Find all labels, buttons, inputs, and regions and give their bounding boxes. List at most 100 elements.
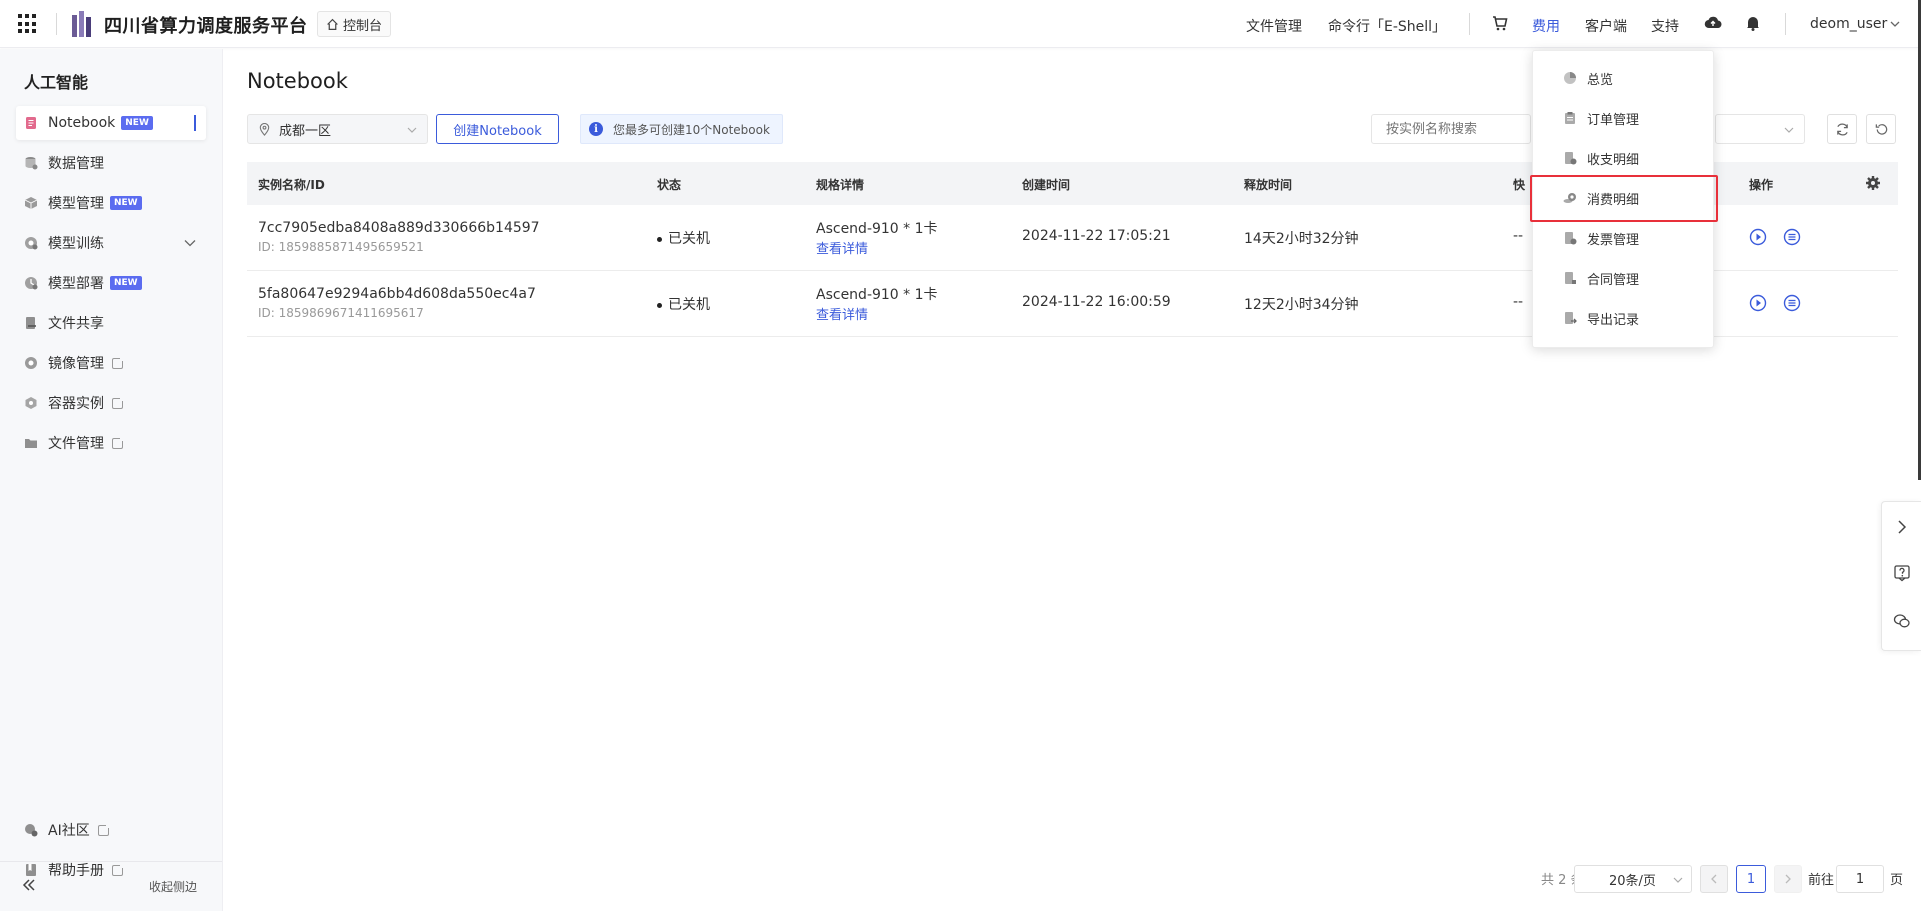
sidebar-item-notebook[interactable]: Notebook NEW [16, 106, 206, 140]
user-menu[interactable]: deom_user [1810, 16, 1887, 32]
nav-support[interactable]: 支持 [1651, 16, 1679, 36]
book-icon [24, 863, 38, 877]
new-badge: NEW [121, 116, 153, 130]
spec: Ascend-910 * 1卡 [816, 287, 938, 303]
invoice-icon [1563, 231, 1577, 245]
menu-item-contract[interactable]: 合同管理 [1533, 258, 1715, 298]
chevron-right-icon[interactable] [1893, 518, 1911, 536]
page-size-value: 20条/页 [1609, 873, 1656, 889]
more-menu-icon[interactable] [1783, 228, 1801, 246]
menu-item-label: 发票管理 [1587, 232, 1640, 248]
external-link-icon [112, 862, 125, 876]
sidebar-item-label: 帮助手册 [48, 863, 104, 879]
gear-icon[interactable] [1865, 175, 1881, 191]
tip-text: 您最多可创建10个Notebook [613, 122, 770, 137]
sidebar-item-file-management[interactable]: 文件管理 [16, 426, 206, 460]
new-badge: NEW [110, 196, 142, 210]
status-dot [657, 236, 662, 242]
divider [56, 13, 57, 35]
apps-grid-icon[interactable] [18, 14, 38, 34]
nav-file-management[interactable]: 文件管理 [1246, 16, 1302, 36]
top-bar: 四川省算力调度服务平台 控制台 文件管理 命令行「E-Shell」 费用 客户端… [0, 0, 1921, 48]
cloud-upload-icon[interactable] [1704, 14, 1722, 32]
create-notebook-button[interactable]: 创建Notebook [436, 114, 559, 144]
menu-item-orders[interactable]: 订单管理 [1533, 98, 1715, 138]
created-time: 2024-11-22 17:05:21 [1022, 228, 1171, 244]
menu-item-label: 合同管理 [1587, 272, 1640, 288]
nav-eshell[interactable]: 命令行「E-Shell」 [1328, 16, 1446, 36]
external-link-icon [112, 435, 125, 449]
collapse-sidebar-button[interactable]: 收起侧边 [149, 878, 197, 895]
page-number-button[interactable]: 1 [1736, 865, 1766, 893]
new-badge: NEW [110, 276, 142, 290]
sidebar-title: 人工智能 [24, 73, 89, 92]
column-header: 释放时间 [1244, 178, 1293, 192]
region-select[interactable]: 成都一区 [247, 114, 428, 144]
view-details-link[interactable]: 查看详情 [816, 304, 868, 323]
folder-icon [24, 436, 38, 450]
status: 已关机 [657, 228, 710, 248]
sidebar-item-model-training[interactable]: 模型训练 [16, 226, 206, 260]
cube-icon [24, 196, 38, 210]
column-header: 快 [1513, 178, 1526, 192]
sidebar-item-label: 容器实例 [48, 396, 104, 412]
image-icon [24, 356, 38, 370]
nav-client[interactable]: 客户端 [1585, 16, 1627, 36]
column-header: 状态 [657, 178, 682, 192]
goto-page-input[interactable]: 1 [1836, 865, 1884, 893]
start-icon[interactable] [1749, 228, 1767, 246]
nav-billing[interactable]: 费用 [1532, 16, 1560, 36]
divider [1469, 13, 1470, 35]
deploy-icon [24, 276, 38, 290]
sidebar-item-label: Notebook [48, 115, 116, 131]
menu-item-overview[interactable]: 总览 [1533, 58, 1715, 98]
sidebar-item-container-instance[interactable]: 容器实例 [16, 386, 206, 420]
container-icon [24, 396, 38, 410]
goto-label: 前往 [1808, 873, 1835, 888]
filter-select[interactable] [1715, 114, 1805, 144]
column-header: 实例名称/ID [258, 178, 325, 192]
page-size-select[interactable]: 20条/页 [1574, 865, 1692, 893]
release-time: 14天2小时32分钟 [1244, 231, 1359, 247]
menu-item-invoice[interactable]: 发票管理 [1533, 218, 1715, 258]
chat-icon [24, 823, 38, 837]
menu-item-label: 导出记录 [1587, 312, 1640, 328]
chevron-down-icon [1784, 127, 1794, 133]
sidebar-item-data-management[interactable]: 数据管理 [16, 146, 206, 180]
search-input[interactable] [1371, 114, 1531, 144]
next-page-button[interactable] [1774, 865, 1802, 893]
column-header: 规格详情 [816, 178, 865, 192]
start-icon[interactable] [1749, 294, 1767, 312]
sidebar-item-image-management[interactable]: 镜像管理 [16, 346, 206, 380]
double-chevron-left-icon[interactable] [22, 879, 36, 891]
wechat-icon[interactable] [1893, 612, 1911, 630]
refresh-button[interactable] [1827, 114, 1857, 144]
created-time: 2024-11-22 16:00:59 [1022, 294, 1171, 310]
menu-item-label: 总览 [1587, 72, 1614, 88]
status-text: 已关机 [668, 231, 710, 247]
menu-item-export-records[interactable]: 导出记录 [1533, 298, 1715, 338]
sidebar-item-model-deploy[interactable]: 模型部署 NEW [16, 266, 206, 300]
receipt-icon [1563, 151, 1577, 165]
reset-button[interactable] [1866, 114, 1896, 144]
prev-page-button[interactable] [1700, 865, 1728, 893]
chevron-down-icon[interactable] [184, 239, 196, 247]
more-menu-icon[interactable] [1783, 294, 1801, 312]
chevron-down-icon[interactable] [1890, 19, 1900, 29]
sidebar-item-ai-community[interactable]: AI社区 [16, 813, 206, 847]
menu-item-income-expense[interactable]: 收支明细 [1533, 138, 1715, 178]
bell-icon[interactable] [1744, 14, 1762, 32]
help-icon[interactable] [1893, 564, 1911, 582]
instance-id: ID: 1859869671411695617 [258, 306, 424, 320]
cart-icon[interactable] [1491, 14, 1509, 32]
share-file-icon [24, 316, 38, 330]
console-button[interactable]: 控制台 [317, 11, 392, 37]
sidebar-item-label: 文件共享 [48, 316, 104, 332]
sidebar-item-model-management[interactable]: 模型管理 NEW [16, 186, 206, 220]
sidebar-item-file-share[interactable]: 文件共享 [16, 306, 206, 340]
sidebar-item-label: 数据管理 [48, 156, 104, 172]
home-icon [327, 18, 338, 30]
view-details-link[interactable]: 查看详情 [816, 238, 868, 257]
region-value: 成都一区 [279, 123, 332, 139]
status: 已关机 [657, 294, 710, 314]
